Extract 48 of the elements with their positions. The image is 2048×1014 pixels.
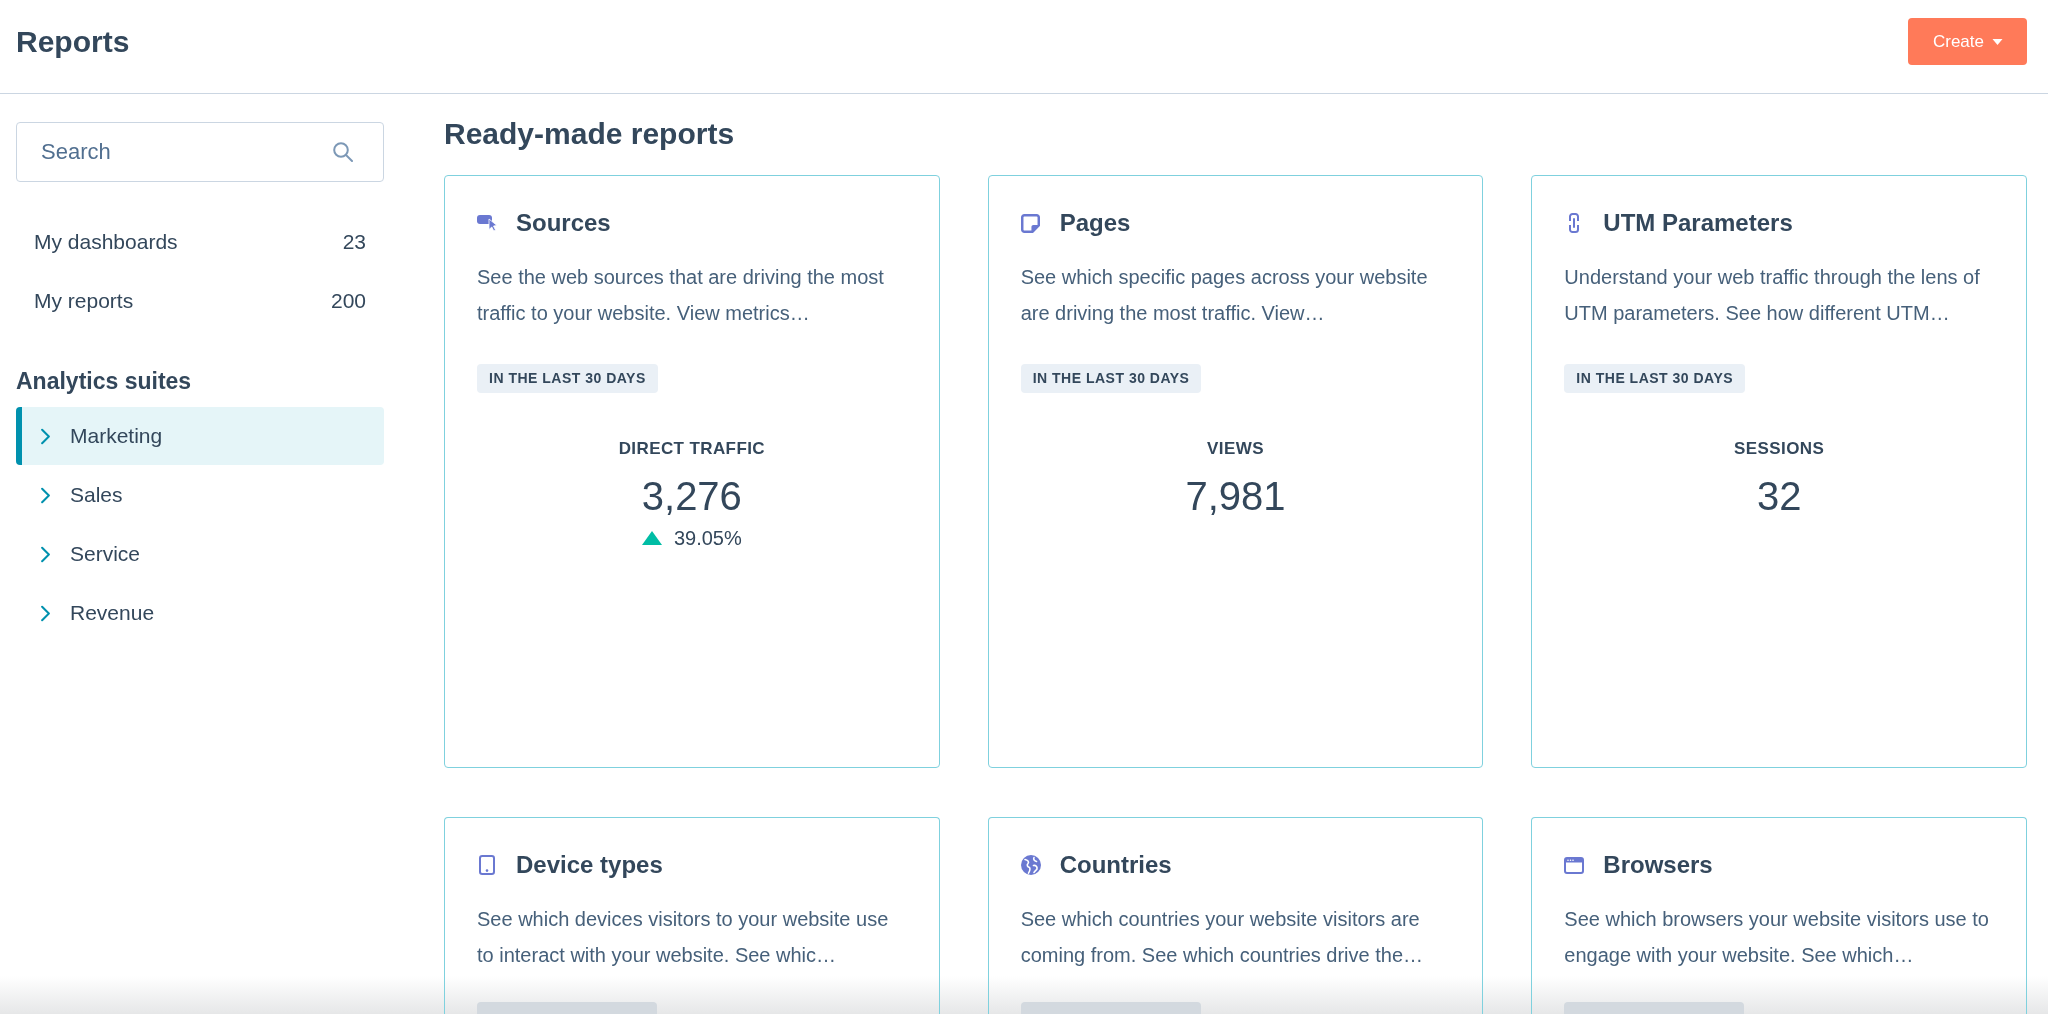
- card-title: UTM Parameters: [1603, 208, 1793, 238]
- card-description: See which specific pages across your website are driving the most traffic. View…: [1020, 265, 1429, 326]
- card-title: Sources: [516, 208, 611, 238]
- report-card[interactable]: Browsers See which browsers your website visitors use to engage with your website. See which…: [1531, 817, 2027, 1014]
- search-field[interactable]: Search: [16, 122, 384, 182]
- change-percent: 39.05%: [673, 526, 742, 550]
- section-heading: Analytics suites: [16, 367, 193, 396]
- suite-nav-item[interactable]: Sales: [16, 466, 384, 524]
- globe-icon: [1020, 855, 1041, 875]
- card-description: See which browsers your website visitors use to engage with your website. See which…: [1564, 907, 1990, 968]
- caret-icon: [1992, 38, 2003, 45]
- card-title: Browsers: [1603, 850, 1713, 880]
- date-range-tag: IN THE LAST 30 DAYS: [1020, 364, 1202, 393]
- item-count: 23: [342, 229, 366, 254]
- card-description: Understand your web traffic through the lens of UTM parameters. See how different UTM…: [1564, 265, 1981, 326]
- metric-label: SESSIONS: [1734, 438, 1825, 460]
- metric-value: 32: [1756, 473, 1802, 520]
- card-description: See which devices visitors to your website use to interact with your website. See whic…: [477, 907, 890, 968]
- date-range-tag: IN THE LAST 30 DAYS: [477, 364, 658, 393]
- report-card[interactable]: Sources See the web sources that are driving the most traffic to your website. View metrics… IN THE LAST 30 DAYS DIRECT TRAFFIC 3,276 39.05%: [444, 175, 940, 768]
- metric-value: 7,981: [1185, 473, 1286, 520]
- cursor-tag-icon: [477, 215, 497, 231]
- search-icon: [333, 142, 353, 162]
- suite-nav-item[interactable]: Service: [16, 525, 384, 583]
- sidebar-link[interactable]: My dashboards 23: [16, 212, 384, 271]
- link-icon: [1569, 213, 1580, 233]
- card-title: Device types: [516, 850, 663, 880]
- metric-value: 3,276: [641, 473, 742, 520]
- browser-window-icon: [1564, 856, 1585, 874]
- report-card[interactable]: UTM Parameters Understand your web traffic through the lens of UTM parameters. See how different UTM… IN THE LAST 30 DAYS SESSIONS 32: [1531, 175, 2027, 768]
- metric-label: DIRECT TRAFFIC: [618, 438, 765, 460]
- item-count: 200: [330, 288, 366, 313]
- card-description: See the web sources that are driving the most traffic to your website. View metrics…: [477, 265, 885, 326]
- report-card[interactable]: Pages See which specific pages across your website are driving the most traffic. View… IN THE LAST 30 DAYS VIEWS 7,981: [987, 175, 1484, 768]
- suite-nav-item[interactable]: Revenue: [16, 584, 384, 642]
- tablet-icon: [479, 855, 495, 875]
- sticky-note-icon: [1021, 213, 1041, 233]
- card-title: Pages: [1059, 208, 1131, 238]
- sidebar-link[interactable]: My reports 200: [16, 271, 384, 330]
- date-range-tag: IN THE LAST 30 DAYS: [1564, 364, 1746, 393]
- report-card[interactable]: Countries See which countries your website visitors are coming from. See which countries drive the…: [987, 817, 1484, 1014]
- metric-label: VIEWS: [1207, 438, 1264, 460]
- report-card[interactable]: Device types See which devices visitors to your website use to interact with your website. See whic…: [444, 817, 940, 1014]
- suite-nav-item[interactable]: Marketing: [16, 407, 384, 465]
- card-description: See which countries your website visitors are coming from. See which countries drive the…: [1020, 907, 1425, 968]
- card-title: Countries: [1059, 850, 1172, 880]
- section-title: Ready-made reports: [444, 117, 736, 151]
- page-title: Reports: [16, 24, 130, 60]
